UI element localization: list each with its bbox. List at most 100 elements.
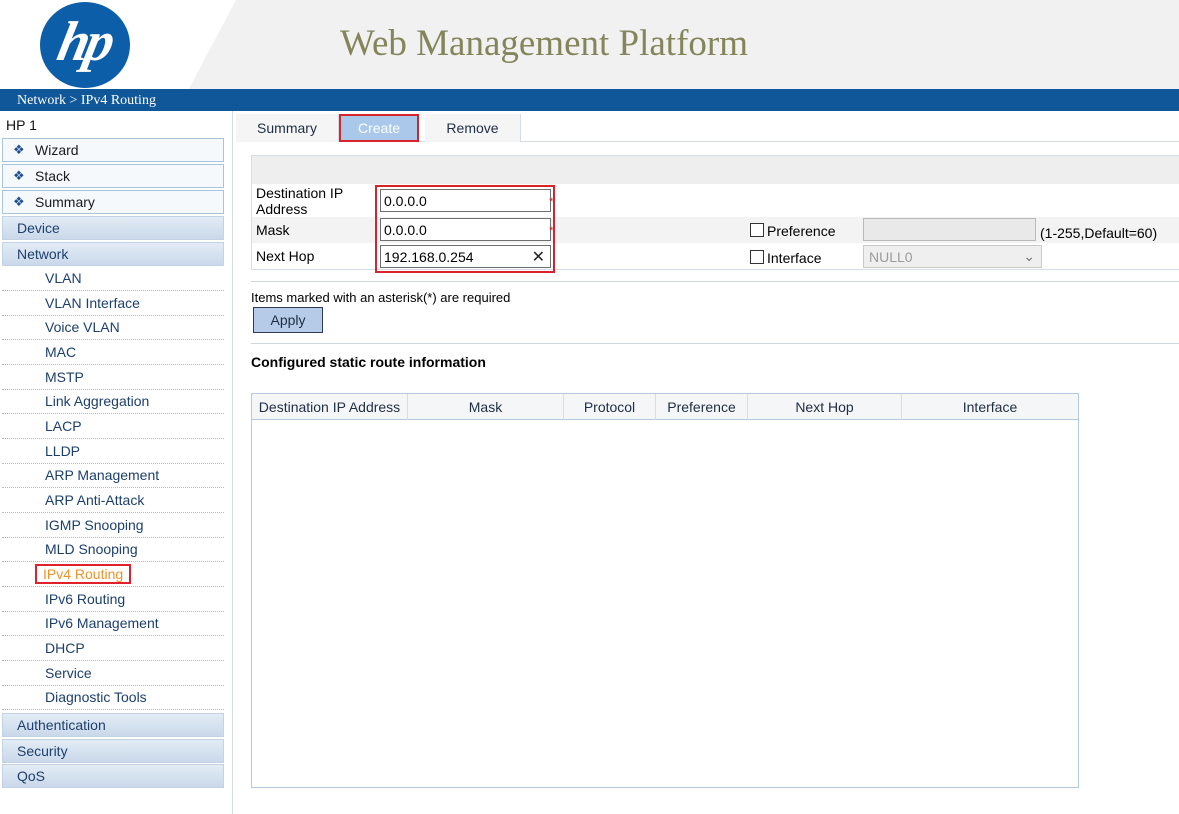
hp-logo: hp (40, 2, 130, 88)
nav-label: DHCP (45, 640, 85, 656)
next-hop-label: Next Hop (256, 248, 315, 264)
sidebar-item-ipv6-management[interactable]: IPv6 Management (2, 611, 224, 636)
tab-remove[interactable]: Remove (425, 114, 521, 142)
interface-label: Interface (767, 250, 822, 266)
required-fields-highlight: 0.0.0.0 0.0.0.0 192.168.0.254 ✕ (375, 185, 555, 273)
sidebar-item-lldp[interactable]: LLDP (2, 439, 224, 464)
diamond-icon: ❖ (13, 194, 25, 209)
static-route-table: Destination IP Address Mask Protocol Pre… (251, 393, 1079, 788)
nav-label: MAC (45, 344, 77, 360)
sidebar-item-mld-snooping[interactable]: MLD Snooping (2, 537, 224, 562)
diamond-icon: ❖ (13, 168, 25, 183)
nav-label: ARP Anti-Attack (45, 492, 145, 508)
sidebar-group-label: Authentication (17, 717, 106, 733)
sidebar-item-vlan-interface[interactable]: VLAN Interface (2, 291, 224, 316)
sidebar-group-label: QoS (17, 768, 46, 784)
preference-hint: (1-255,Default=60) (1040, 225, 1158, 241)
chevron-down-icon: ⌄ (1023, 248, 1035, 264)
sidebar-group-label: Network (17, 246, 69, 262)
sidebar-item-service[interactable]: Service (2, 661, 224, 686)
form-header-strip (252, 156, 1179, 184)
sidebar-item-stack[interactable]: ❖ Stack (2, 164, 224, 188)
sidebar-item-label: Wizard (35, 142, 79, 158)
nav-label: MLD Snooping (45, 541, 138, 557)
sidebar-group-qos[interactable]: QoS (2, 764, 224, 788)
column-destination[interactable]: Destination IP Address (252, 394, 408, 420)
sidebar-group-label: Device (17, 220, 60, 236)
nav-label: IGMP Snooping (45, 517, 144, 533)
nav-label: Diagnostic Tools (45, 689, 147, 705)
nav-label: VLAN (45, 270, 82, 286)
sidebar-group-label: Security (17, 743, 68, 759)
next-hop-input[interactable]: 192.168.0.254 ✕ (380, 245, 551, 268)
tab-bar: Summary Create Remove (236, 114, 1179, 142)
column-interface[interactable]: Interface (902, 394, 1078, 420)
nav-label: LLDP (45, 443, 81, 459)
mask-input[interactable]: 0.0.0.0 (380, 218, 551, 241)
dest-ip-label: Destination IP Address (256, 185, 343, 217)
sidebar-group-network[interactable]: Network (2, 242, 224, 266)
tab-summary[interactable]: Summary (236, 114, 339, 142)
header: hp Web Management Platform (0, 0, 1179, 89)
interface-selected-value: NULL0 (869, 248, 913, 265)
sidebar-item-voice-vlan[interactable]: Voice VLAN (2, 315, 224, 340)
sidebar-item-mstp[interactable]: MSTP (2, 365, 224, 390)
nav-label: IPv4 Routing (35, 564, 132, 584)
sidebar-item-vlan[interactable]: VLAN (2, 266, 224, 291)
sidebar-item-diagnostic-tools[interactable]: Diagnostic Tools (2, 685, 224, 710)
required-note: Items marked with an asterisk(*) are req… (251, 290, 511, 305)
section-title: Configured static route information (251, 354, 486, 370)
sidebar-item-mac[interactable]: MAC (2, 340, 224, 365)
sidebar-item-label: Stack (35, 168, 71, 184)
divider (251, 281, 1179, 282)
nav-label: VLAN Interface (45, 295, 140, 311)
interface-select[interactable]: NULL0 ⌄ (863, 245, 1042, 268)
nav-label: IPv6 Management (45, 615, 159, 631)
breadcrumb: Network > IPv4 Routing (17, 93, 156, 108)
mask-label: Mask (256, 222, 290, 238)
apply-button[interactable]: Apply (253, 307, 323, 333)
column-next-hop[interactable]: Next Hop (748, 394, 902, 420)
sidebar-item-summary[interactable]: ❖ Summary (2, 190, 224, 214)
nav-label: Link Aggregation (45, 393, 150, 409)
divider (251, 343, 1179, 344)
sidebar-group-authentication[interactable]: Authentication (2, 713, 224, 737)
sidebar-item-ipv4-routing[interactable]: IPv4 Routing (2, 562, 224, 587)
dest-ip-input[interactable]: 0.0.0.0 (380, 189, 551, 212)
device-name[interactable]: HP 1 (6, 117, 37, 133)
sidebar-item-wizard[interactable]: ❖ Wizard (2, 138, 224, 162)
logo-text: hp (52, 11, 118, 73)
sidebar-item-arp-anti-attack[interactable]: ARP Anti-Attack (2, 488, 224, 513)
preference-input[interactable] (863, 218, 1036, 241)
interface-checkbox[interactable] (750, 250, 764, 264)
sidebar-item-ipv6-routing[interactable]: IPv6 Routing (2, 587, 224, 612)
sidebar: HP 1 ❖ Wizard ❖ Stack ❖ Summary Device N… (0, 111, 233, 814)
sidebar-item-link-aggregation[interactable]: Link Aggregation (2, 389, 224, 414)
column-protocol[interactable]: Protocol (564, 394, 656, 420)
required-asterisk: * (549, 225, 554, 237)
nav-label: IPv6 Routing (45, 591, 126, 607)
sidebar-item-lacp[interactable]: LACP (2, 414, 224, 439)
nav-label: Service (45, 665, 92, 681)
nav-label: LACP (45, 418, 82, 434)
breadcrumb-bar: Network > IPv4 Routing (0, 89, 1179, 111)
next-hop-value: 192.168.0.254 (384, 248, 474, 265)
diamond-icon: ❖ (13, 142, 25, 157)
sidebar-item-igmp-snooping[interactable]: IGMP Snooping (2, 513, 224, 538)
sidebar-item-arp-management[interactable]: ARP Management (2, 463, 224, 488)
table-header: Destination IP Address Mask Protocol Pre… (252, 394, 1078, 420)
required-asterisk: * (549, 196, 554, 208)
nav-label: MSTP (45, 369, 84, 385)
clear-icon[interactable]: ✕ (532, 247, 545, 267)
sidebar-group-security[interactable]: Security (2, 739, 224, 763)
app-title: Web Management Platform (340, 23, 749, 64)
preference-checkbox[interactable] (750, 223, 764, 237)
sidebar-item-dhcp[interactable]: DHCP (2, 636, 224, 661)
sidebar-item-label: Summary (35, 194, 95, 210)
tab-create[interactable]: Create (339, 114, 419, 142)
sidebar-group-device[interactable]: Device (2, 216, 224, 240)
column-preference[interactable]: Preference (656, 394, 748, 420)
nav-label: Voice VLAN (45, 319, 120, 335)
create-route-form: Destination IP Address Mask Next Hop 0.0… (251, 155, 1179, 273)
column-mask[interactable]: Mask (408, 394, 564, 420)
